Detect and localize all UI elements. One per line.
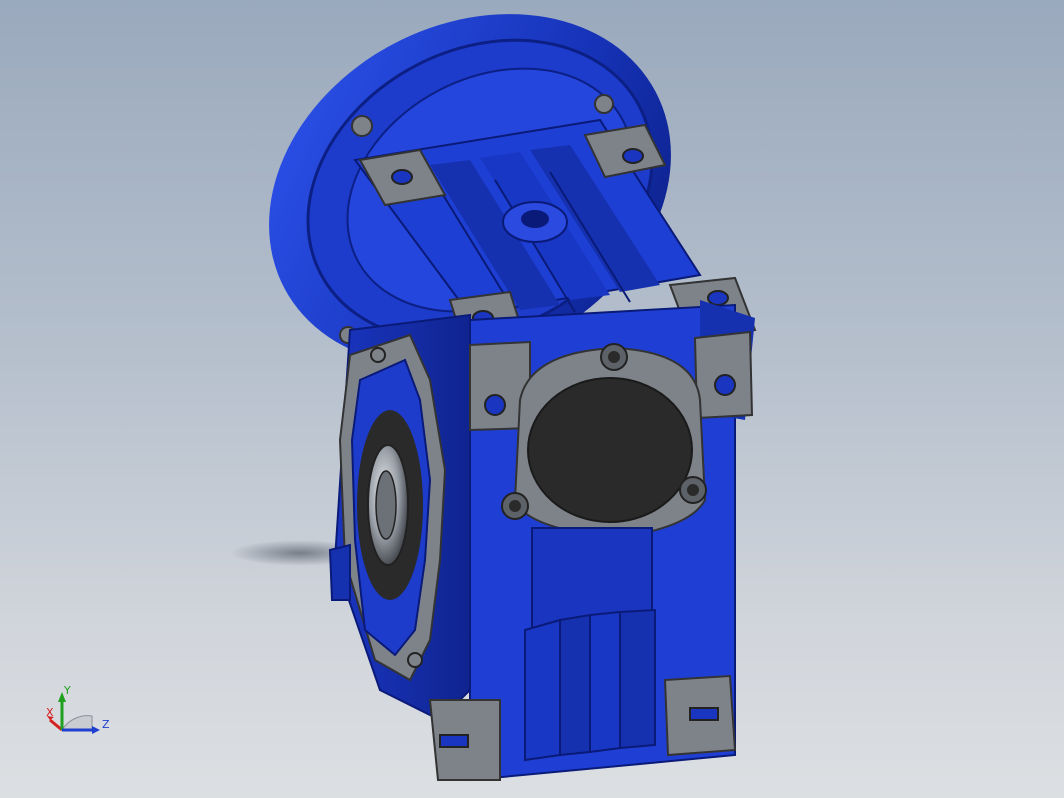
worm-gearbox-model[interactable] [0, 0, 1064, 798]
cooling-fins [524, 608, 656, 762]
triad-y-label: Y [63, 684, 71, 697]
coordinate-triad[interactable]: X Y Z [30, 676, 130, 746]
triad-x-axis [49, 718, 63, 732]
flange-bolt-hole [351, 115, 373, 137]
graphics-viewport[interactable]: X Y Z [0, 0, 1064, 798]
triad-z-label: Z [102, 718, 110, 731]
triad-x-label: X [46, 706, 54, 719]
housing-left-side[interactable] [333, 313, 471, 722]
triad-base-arc [61, 715, 93, 731]
input-bore [527, 377, 693, 523]
flange-bolt-hole [594, 94, 614, 114]
